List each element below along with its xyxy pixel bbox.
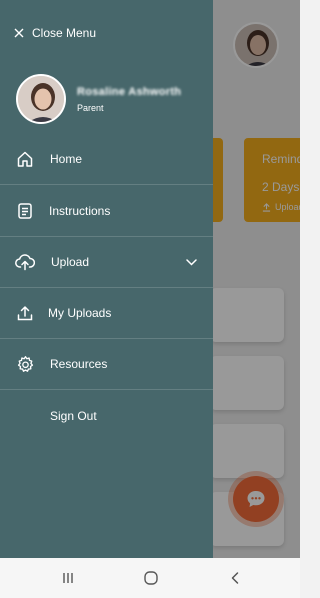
- menu-item-label: Instructions: [49, 204, 111, 218]
- profile-name: Rosaline Ashworth: [77, 85, 182, 98]
- home-button[interactable]: [140, 568, 162, 588]
- avatar: [16, 74, 66, 124]
- menu-item-upload[interactable]: Upload: [0, 250, 213, 274]
- user-profile: Rosaline Ashworth Parent: [16, 74, 181, 124]
- recent-apps-button[interactable]: [57, 568, 79, 588]
- menu-item-label: Home: [50, 152, 83, 166]
- gear-icon: [15, 354, 35, 374]
- upload-icon: [15, 303, 35, 323]
- menu-item-label: Resources: [50, 357, 108, 371]
- close-menu-button[interactable]: Close Menu: [14, 24, 96, 42]
- navigation-drawer: Close Menu Rosaline Ashworth Parent Home…: [0, 0, 213, 558]
- document-icon: [15, 201, 35, 221]
- back-icon: [231, 572, 239, 584]
- menu-item-label: Upload: [51, 255, 90, 269]
- chevron-down-icon[interactable]: [185, 257, 197, 267]
- divider: [0, 338, 213, 339]
- home-icon: [15, 149, 35, 169]
- divider: [0, 389, 213, 390]
- back-button[interactable]: [224, 568, 246, 588]
- system-nav-bar: [0, 558, 300, 598]
- sign-out-button[interactable]: Sign Out: [0, 404, 213, 428]
- recent-apps-icon: [63, 573, 73, 583]
- profile-role: Parent: [77, 102, 104, 113]
- menu-item-label: Sign Out: [50, 409, 97, 423]
- menu-item-instructions[interactable]: Instructions: [0, 199, 213, 223]
- menu-item-resources[interactable]: Resources: [0, 352, 213, 376]
- menu-item-my-uploads[interactable]: My Uploads: [0, 301, 213, 325]
- close-menu-label: Close Menu: [32, 26, 97, 40]
- divider: [0, 184, 213, 185]
- divider: [0, 287, 213, 288]
- menu-item-home[interactable]: Home: [0, 147, 213, 171]
- menu-item-label: My Uploads: [48, 306, 112, 320]
- divider: [0, 236, 213, 237]
- close-icon: [14, 28, 24, 38]
- home-circle-icon: [144, 571, 158, 585]
- cloud-upload-icon: [15, 252, 35, 272]
